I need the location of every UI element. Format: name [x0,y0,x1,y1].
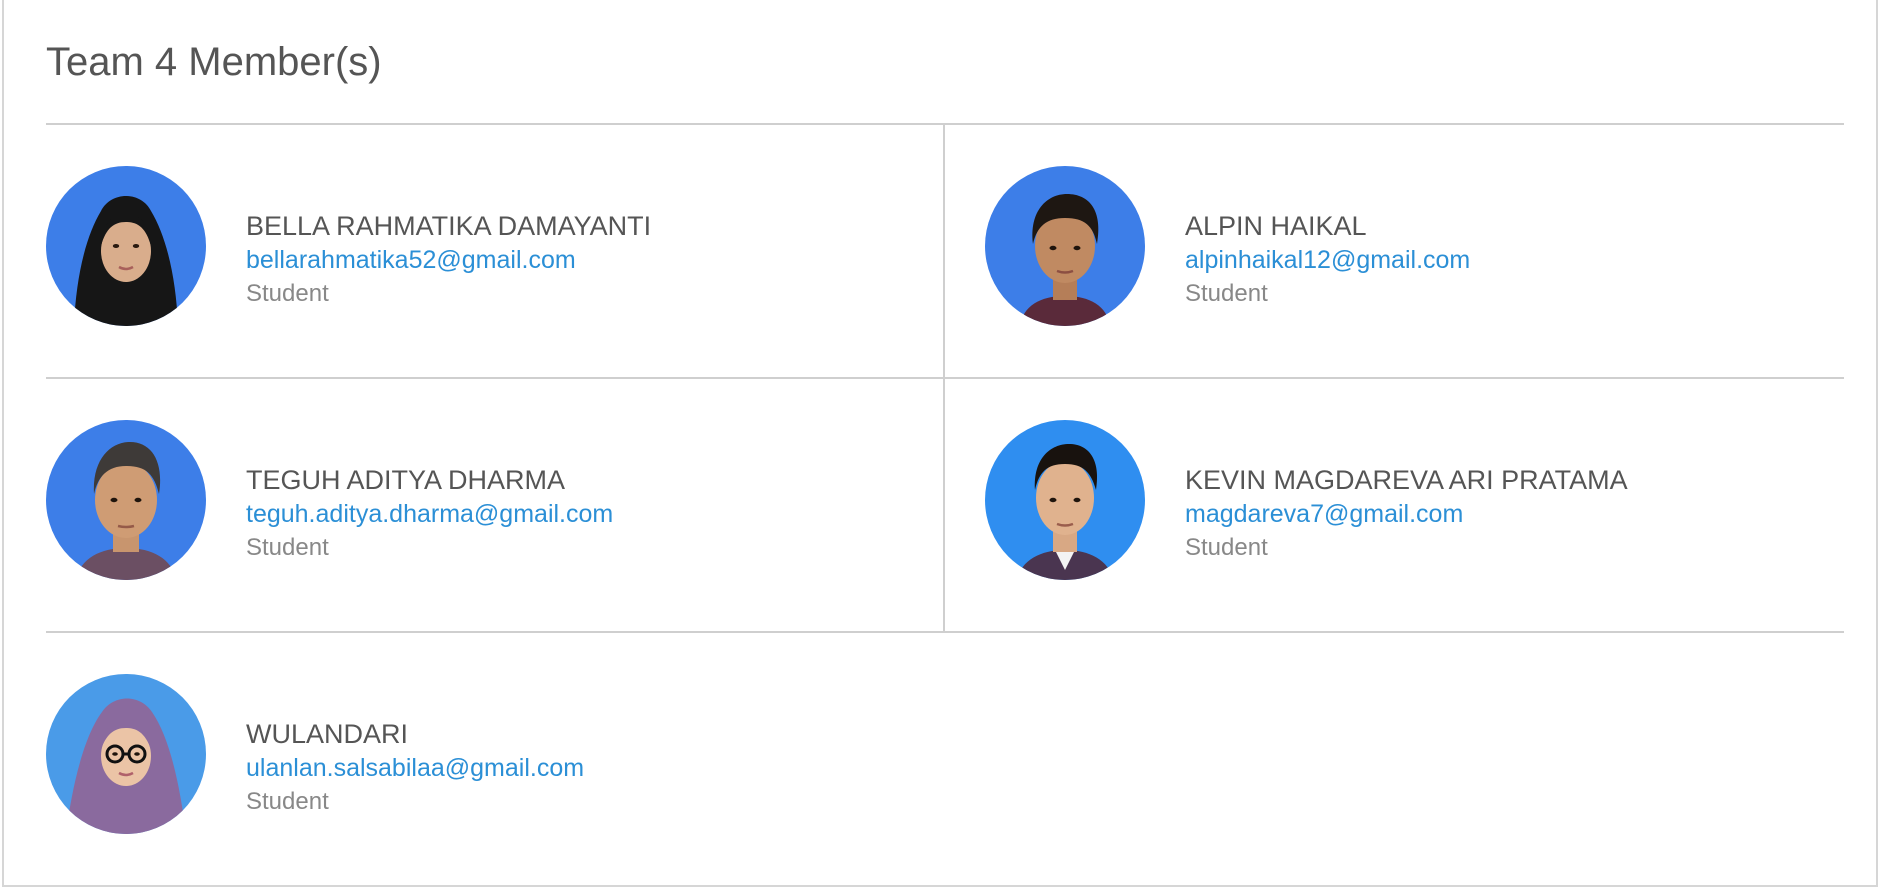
member-name: BELLA RAHMATIKA DAMAYANTI [246,211,652,241]
member-photo-bella [46,166,206,326]
members-row: BELLA RAHMATIKA DAMAYANTI bellarahmatika… [46,125,1844,379]
member-card: WULANDARI ulanlan.salsabilaa@gmail.com S… [46,633,945,885]
member-role: Student [246,788,329,815]
members-grid: BELLA RAHMATIKA DAMAYANTI bellarahmatika… [46,123,1844,885]
member-info: ALPIN HAIKAL alpinhaikal12@gmail.com Stu… [1185,209,1470,311]
member-role: Student [1185,280,1268,307]
member-photo-teguh [46,420,206,580]
member-info: KEVIN MAGDAREVA ARI PRATAMA magdareva7@g… [1185,463,1628,565]
member-info: WULANDARI ulanlan.salsabilaa@gmail.com S… [246,717,584,819]
member-email-link[interactable]: alpinhaikal12@gmail.com [1185,243,1470,277]
members-row: WULANDARI ulanlan.salsabilaa@gmail.com S… [46,633,1844,885]
member-email-link[interactable]: ulanlan.salsabilaa@gmail.com [246,751,584,785]
member-photo-alpin [985,166,1145,326]
member-name: TEGUH ADITYA DHARMA [246,465,566,495]
empty-cell [945,633,1844,885]
team-title: Team 4 Member(s) [46,40,382,84]
member-name: WULANDARI [246,719,409,749]
member-role: Student [246,534,329,561]
member-email-link[interactable]: bellarahmatika52@gmail.com [246,243,651,277]
member-card: KEVIN MAGDAREVA ARI PRATAMA magdareva7@g… [945,379,1844,631]
member-card: ALPIN HAIKAL alpinhaikal12@gmail.com Stu… [945,125,1844,377]
members-row: TEGUH ADITYA DHARMA teguh.aditya.dharma@… [46,379,1844,633]
member-role: Student [246,280,329,307]
member-name: ALPIN HAIKAL [1185,211,1367,241]
member-card: BELLA RAHMATIKA DAMAYANTI bellarahmatika… [46,125,945,377]
member-info: TEGUH ADITYA DHARMA teguh.aditya.dharma@… [246,463,613,565]
member-role: Student [1185,534,1268,561]
member-info: BELLA RAHMATIKA DAMAYANTI bellarahmatika… [246,209,651,311]
member-email-link[interactable]: magdareva7@gmail.com [1185,497,1628,531]
member-photo-kevin [985,420,1145,580]
member-card: TEGUH ADITYA DHARMA teguh.aditya.dharma@… [46,379,945,631]
team-members-panel: Team 4 Member(s) BELLA RAHMATIKA DAMAYAN… [2,0,1878,887]
member-email-link[interactable]: teguh.aditya.dharma@gmail.com [246,497,613,531]
member-name: KEVIN MAGDAREVA ARI PRATAMA [1185,465,1628,495]
member-photo-wulandari [46,674,206,834]
